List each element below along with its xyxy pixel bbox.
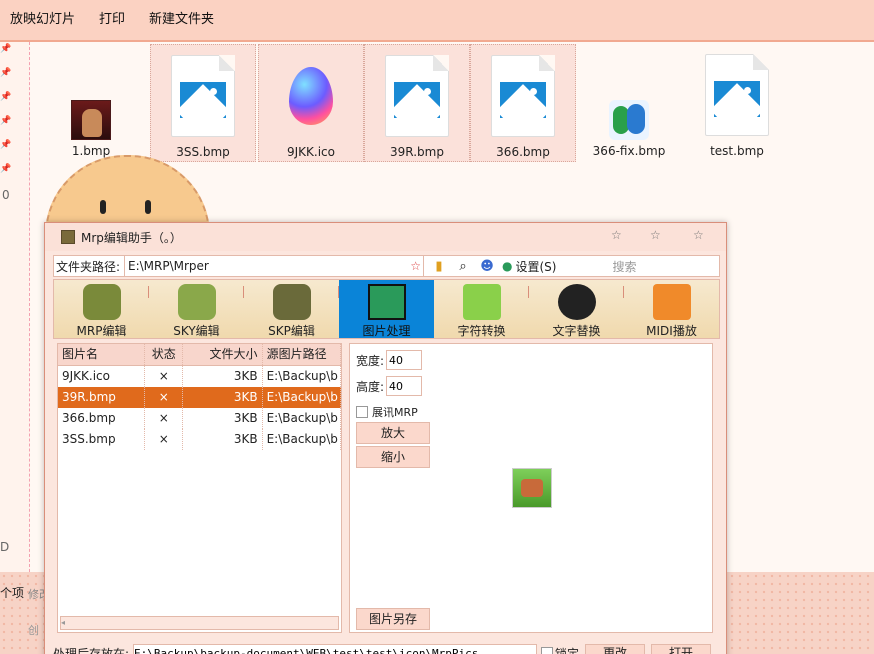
item-count: 个项 [0, 586, 25, 600]
navigation-pane[interactable]: 📌 📌 📌 📌 📌 📌 0 D [0, 42, 30, 572]
menu-print[interactable]: 打印 [89, 8, 139, 33]
pin-icon: 📌 [0, 116, 12, 126]
height-field: 高度: [356, 376, 423, 396]
zoom-in-button[interactable]: 放大 [356, 422, 430, 444]
image-file-icon [705, 54, 769, 136]
mascot-icon [177, 284, 216, 320]
address-label: 文件夹路径: [56, 259, 121, 274]
settings-icon: ● [502, 259, 513, 273]
output-path-input[interactable] [133, 644, 538, 654]
col-size[interactable]: 文件大小 [183, 344, 263, 365]
lock-label: 锁定 [555, 646, 580, 654]
created-label: 创 [28, 624, 39, 637]
file-item[interactable]: 9JKK.ico [258, 44, 364, 162]
table-row[interactable]: 39R.bmp × 3KB E:\Backup\b [58, 387, 341, 408]
menu-slideshow[interactable]: 放映幻灯片 [0, 8, 89, 33]
image-file-icon [171, 55, 235, 137]
file-item[interactable]: 39R.bmp [364, 44, 470, 162]
minimize-button[interactable]: ☆ [611, 228, 622, 242]
tab-midi-play[interactable]: MIDI播放 [624, 280, 719, 338]
menu-bar: 放映幻灯片 打印 新建文件夹 [0, 0, 874, 42]
tab-mrp-edit[interactable]: MRP编辑 [54, 280, 149, 338]
open-button[interactable]: 打开 [651, 644, 712, 654]
messenger-icon [609, 100, 649, 140]
col-name[interactable]: 图片名 [58, 344, 146, 365]
output-path-row: 处理后存放在: 锁定 更改 打开 [53, 643, 720, 654]
mascot-icon [82, 284, 121, 320]
pin-icon: 📌 [0, 68, 12, 78]
file-item[interactable]: 366-fix.bmp [576, 44, 682, 162]
tool-tabs: MRP编辑 SKY编辑 SKP编辑 图片处理 字符转换 文字替换 MIDI播放 [53, 279, 720, 339]
favorite-star-icon[interactable]: ☆ [410, 256, 421, 276]
col-status[interactable]: 状态 [145, 344, 184, 365]
file-name: test.bmp [710, 144, 764, 158]
paint-icon [289, 67, 333, 125]
mrp-helper-window: Mrp编辑助手（。） ☆ ☆ ☆ 文件夹路径: E:\MRP\Mrper ☆ ▮ … [44, 222, 727, 654]
image-preview [512, 468, 552, 508]
nav-number: 0 [2, 188, 10, 202]
maximize-button[interactable]: ☆ [650, 228, 661, 242]
pin-icon: 📌 [0, 140, 12, 150]
game-icon [71, 100, 111, 140]
convert-icon [462, 284, 501, 320]
horizontal-scrollbar[interactable]: ◂ [60, 616, 339, 630]
user-icon[interactable]: ☻ [478, 257, 496, 275]
zoom-out-button[interactable]: 缩小 [356, 446, 430, 468]
app-icon [61, 230, 75, 244]
image-edit-icon [367, 284, 406, 320]
settings-button[interactable]: ● 设置(S) [502, 258, 556, 275]
play-icon [652, 284, 691, 320]
file-item[interactable]: 3SS.bmp [150, 44, 256, 162]
height-input[interactable] [386, 376, 423, 396]
folder-icon[interactable]: ▮ [430, 257, 448, 275]
file-item[interactable]: test.bmp [684, 44, 790, 162]
expand-mrp-checkbox[interactable]: 展讯MRP [356, 404, 418, 420]
table-header: 图片名 状态 文件大小 源图片路径 [58, 344, 341, 366]
tab-char-convert[interactable]: 字符转换 [434, 280, 529, 338]
col-source-path[interactable]: 源图片路径 [263, 344, 341, 365]
penguin-icon [557, 284, 596, 320]
change-button[interactable]: 更改 [585, 644, 646, 654]
file-name: 366-fix.bmp [592, 144, 666, 158]
menu-new-folder[interactable]: 新建文件夹 [139, 8, 228, 33]
save-as-button[interactable]: 图片另存 [356, 608, 430, 630]
address-input[interactable]: E:\MRP\Mrper ☆ [124, 256, 424, 276]
file-item[interactable]: 366.bmp [470, 44, 576, 162]
image-file-icon [385, 55, 449, 137]
output-path-label: 处理后存放在: [53, 646, 130, 654]
search-icon[interactable]: ⌕ [454, 257, 472, 275]
table-row[interactable]: 3SS.bmp × 3KB E:\Backup\b [58, 429, 341, 450]
search-input[interactable]: 搜索 [612, 258, 636, 275]
tab-text-replace[interactable]: 文字替换 [529, 280, 624, 338]
pin-icon: 📌 [0, 164, 12, 174]
width-field: 宽度: [356, 350, 423, 370]
close-button[interactable]: ☆ [693, 228, 704, 242]
address-bar: 文件夹路径: E:\MRP\Mrper ☆ ▮ ⌕ ☻ ● 设置(S) 搜索 [53, 255, 720, 277]
tab-sky-edit[interactable]: SKY编辑 [149, 280, 244, 338]
file-item[interactable]: 1.bmp [38, 44, 144, 162]
title-bar[interactable]: Mrp编辑助手（。） ☆ ☆ ☆ [45, 223, 726, 251]
file-name: 39R.bmp [390, 145, 444, 159]
image-file-icon [491, 55, 555, 137]
table-row[interactable]: 9JKK.ico × 3KB E:\Backup\b [58, 366, 341, 387]
pin-icon: 📌 [0, 92, 12, 102]
width-input[interactable] [386, 350, 423, 370]
nav-number: D [0, 540, 10, 554]
mascot-icon [272, 284, 311, 320]
window-title: Mrp编辑助手（。） [81, 230, 182, 245]
tab-skp-edit[interactable]: SKP编辑 [244, 280, 339, 338]
tab-image-process[interactable]: 图片处理 [339, 280, 434, 338]
pin-icon: 📌 [0, 44, 12, 54]
image-list: 图片名 状态 文件大小 源图片路径 9JKK.ico × 3KB E:\Backup\… [57, 343, 342, 633]
file-name: 9JKK.ico [287, 145, 335, 159]
file-name: 366.bmp [496, 145, 550, 159]
image-properties: 宽度: 高度: 展讯MRP 放大 缩小 图片另存 [349, 343, 713, 633]
lock-checkbox[interactable] [541, 647, 554, 654]
table-row[interactable]: 366.bmp × 3KB E:\Backup\b [58, 408, 341, 429]
